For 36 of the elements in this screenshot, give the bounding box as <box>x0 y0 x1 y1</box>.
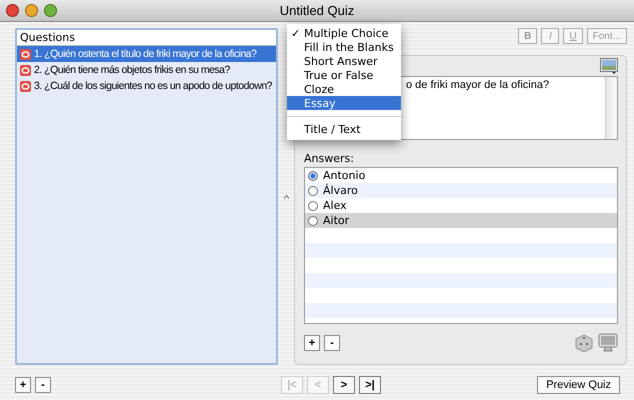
radio-button[interactable] <box>308 186 318 196</box>
dice-icon[interactable] <box>574 334 594 352</box>
radio-button[interactable] <box>308 170 318 180</box>
column-header: Questions <box>17 30 276 46</box>
close-button[interactable] <box>6 4 19 17</box>
preview-quiz-button[interactable]: Preview Quiz <box>537 376 620 394</box>
answers-label: Answers: <box>304 152 355 165</box>
add-button[interactable]: + <box>304 335 320 351</box>
radio-button[interactable] <box>308 216 318 226</box>
menu-item[interactable]: Fill in the Blanks <box>287 40 401 54</box>
remove-button[interactable]: - <box>35 377 51 393</box>
nav-button[interactable]: >| <box>359 376 381 394</box>
menu-item[interactable]: Essay <box>287 96 401 110</box>
radio-button[interactable] <box>308 200 318 210</box>
question-icon <box>20 64 31 76</box>
zoom-button[interactable] <box>44 4 57 17</box>
answer-row[interactable]: Antonio <box>305 168 617 183</box>
answer-row[interactable]: Alex <box>305 198 617 213</box>
menu-item[interactable]: Short Answer <box>287 54 401 68</box>
window-title: Untitled Quiz <box>280 3 354 18</box>
question-item[interactable]: 1. ¿Quién ostenta el título de friki mayor de la oficina? <box>17 46 276 62</box>
add-button[interactable]: + <box>15 377 31 393</box>
menu-item[interactable]: ✓ Multiple Choice <box>287 26 401 40</box>
monitor-icon[interactable] <box>598 333 618 353</box>
image-icon[interactable] <box>600 58 618 74</box>
nav-button[interactable]: > <box>333 376 355 394</box>
question-item[interactable]: 3. ¿Cuál de los siguientes no es un apodo de uptodown? <box>17 78 276 94</box>
checkmark: ✓ <box>291 26 300 40</box>
minimize-button[interactable] <box>25 4 38 17</box>
question-item[interactable]: 2. ¿Quién tiene más objetos frikis en su mesa? <box>17 62 276 78</box>
remove-button[interactable]: - <box>324 335 340 351</box>
question-icon <box>20 80 31 92</box>
answer-row[interactable]: Álvaro <box>305 183 617 198</box>
question-icon <box>20 48 31 60</box>
splitter-handle-icon[interactable] <box>284 194 288 198</box>
answer-row[interactable]: Aitor <box>305 213 617 228</box>
